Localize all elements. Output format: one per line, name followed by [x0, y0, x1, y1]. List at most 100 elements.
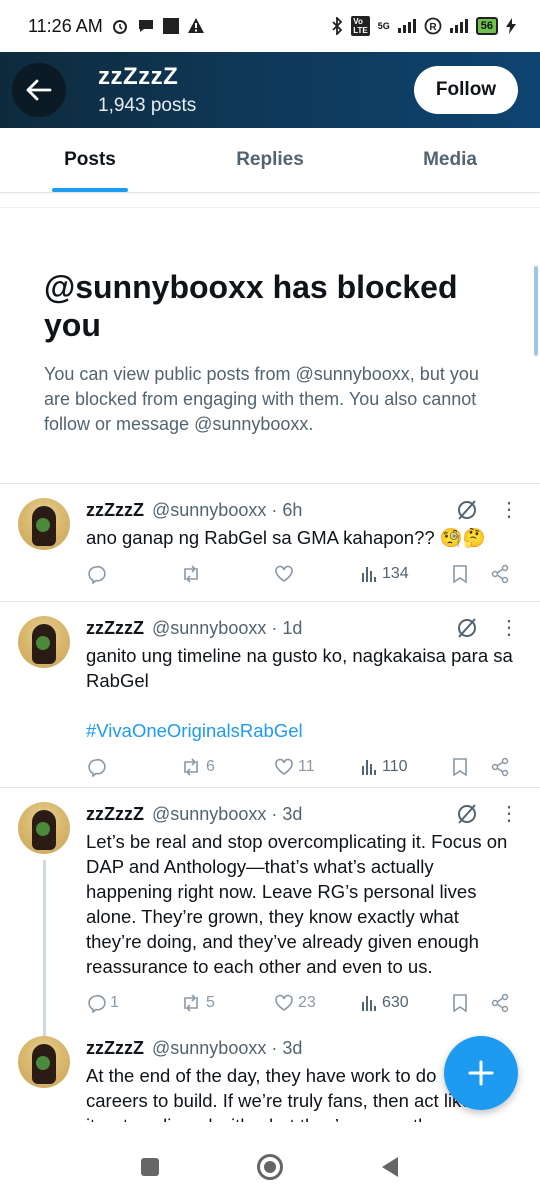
- compose-button[interactable]: [444, 1036, 518, 1110]
- post-count: 1,943 posts: [98, 95, 197, 116]
- repost-icon: [184, 994, 198, 1012]
- repost-icon: [184, 565, 198, 583]
- hashtag-link[interactable]: #VivaOneOriginalsRabGel: [86, 718, 514, 743]
- tweet-actions: 6 11 110: [86, 743, 524, 791]
- tweet-author-name[interactable]: zzZzzZ: [86, 500, 144, 521]
- tweet-handle: @sunnybooxx · 6h: [152, 499, 303, 520]
- tweet-handle: @sunnybooxx · 1d: [152, 617, 303, 638]
- tweet-text: ganito ung timeline na gusto ko, nagkaka…: [86, 643, 524, 743]
- tab-label: Posts: [64, 149, 116, 170]
- back-nav-icon[interactable]: [380, 1156, 400, 1178]
- like-count: 23: [298, 994, 316, 1011]
- repost-icon: [184, 758, 198, 776]
- signal-icon: [397, 19, 416, 33]
- alarm-icon: [112, 20, 127, 34]
- back-button[interactable]: [12, 63, 66, 117]
- bookmark-button[interactable]: [452, 564, 490, 584]
- grok-icon[interactable]: [454, 615, 480, 641]
- tweet[interactable]: zzZzzZ @sunnybooxx · 3d ⋮ Let’s be real …: [0, 788, 540, 1050]
- tab-posts[interactable]: Posts: [0, 128, 180, 192]
- repost-count: 6: [206, 758, 215, 775]
- reply-icon: [88, 758, 106, 777]
- profile-header: zzZzzZ 1,943 posts Follow: [0, 52, 540, 128]
- share-button[interactable]: [490, 993, 510, 1013]
- signal-icon-2: [449, 19, 468, 33]
- status-bar: 11:26 AM Vo LTE 5G R 56: [0, 0, 540, 52]
- bluetooth-icon: [332, 17, 343, 35]
- views-button[interactable]: 110: [360, 758, 452, 776]
- like-button[interactable]: 23: [274, 993, 360, 1013]
- heart-icon: [275, 758, 293, 775]
- arrow-left-icon: [26, 79, 52, 101]
- heart-icon: [275, 565, 293, 582]
- warning-icon: [187, 18, 204, 33]
- repost-button[interactable]: 6: [180, 757, 274, 777]
- tweet-handle: @sunnybooxx · 3d: [152, 1037, 303, 1058]
- volte-icon: Vo LTE: [351, 16, 370, 36]
- more-vertical-icon[interactable]: ⋮: [494, 618, 524, 638]
- tweet-text: ano ganap ng RabGel sa GMA kahapon?? 🧐🤔: [86, 527, 486, 548]
- share-icon: [491, 993, 509, 1013]
- follow-button[interactable]: Follow: [414, 66, 518, 114]
- home-icon[interactable]: [256, 1153, 284, 1181]
- views-icon: [362, 996, 376, 1011]
- more-vertical-icon[interactable]: ⋮: [494, 804, 524, 824]
- bookmark-button[interactable]: [452, 993, 490, 1013]
- status-time: 11:26 AM: [28, 15, 103, 36]
- charging-icon: [506, 18, 516, 34]
- repost-count: 5: [206, 994, 215, 1011]
- tweet-author-name[interactable]: zzZzzZ: [86, 804, 144, 825]
- plus-icon: [468, 1060, 494, 1086]
- tweet[interactable]: zzZzzZ @sunnybooxx · 6h ⋮ ano ganap ng R…: [0, 484, 540, 602]
- tweet-author-name[interactable]: zzZzzZ: [86, 618, 144, 639]
- bookmark-icon: [453, 994, 467, 1013]
- tweet-author-name[interactable]: zzZzzZ: [86, 1038, 144, 1059]
- like-count: 11: [298, 758, 315, 775]
- chat-icon: [138, 20, 153, 32]
- svg-text:R: R: [429, 22, 437, 33]
- grok-icon[interactable]: [454, 801, 480, 827]
- like-button[interactable]: [274, 564, 360, 584]
- reply-count: 1: [110, 994, 119, 1011]
- share-button[interactable]: [490, 757, 510, 777]
- reply-button[interactable]: 1: [86, 993, 180, 1013]
- tweet[interactable]: zzZzzZ @sunnybooxx · 1d ⋮ ganito ung tim…: [0, 602, 540, 788]
- heart-icon: [275, 994, 293, 1011]
- views-button[interactable]: 134: [360, 565, 452, 583]
- views-button[interactable]: 630: [360, 994, 452, 1012]
- blocked-notice: @sunnybooxx has blocked you You can view…: [0, 207, 540, 484]
- tweet-body: ganito ung timeline na gusto ko, nagkaka…: [86, 645, 513, 691]
- battery-icon: 56: [475, 17, 498, 35]
- view-count: 134: [382, 565, 409, 582]
- avatar[interactable]: [18, 1036, 70, 1088]
- tweet-handle: @sunnybooxx · 3d: [152, 803, 303, 824]
- app-notification-icon: [162, 18, 179, 34]
- bookmark-button[interactable]: [452, 757, 490, 777]
- reply-button[interactable]: [86, 757, 180, 777]
- share-button[interactable]: [490, 564, 510, 584]
- recents-icon[interactable]: [140, 1157, 160, 1177]
- grok-icon[interactable]: [454, 497, 480, 523]
- bookmark-icon: [453, 565, 467, 584]
- registered-icon: R: [424, 17, 442, 35]
- tab-replies[interactable]: Replies: [180, 128, 360, 192]
- like-button[interactable]: 11: [274, 757, 360, 777]
- avatar[interactable]: [18, 802, 70, 854]
- more-vertical-icon[interactable]: ⋮: [494, 500, 524, 520]
- view-count: 110: [382, 758, 408, 775]
- scrollbar[interactable]: [534, 266, 538, 356]
- share-icon: [491, 564, 509, 584]
- views-icon: [362, 567, 376, 582]
- avatar[interactable]: [18, 498, 70, 550]
- reply-button[interactable]: [86, 564, 180, 584]
- tab-media[interactable]: Media: [360, 128, 540, 192]
- blocked-title: @sunnybooxx has blocked you: [44, 269, 458, 343]
- avatar[interactable]: [18, 616, 70, 668]
- blocked-description: You can view public posts from @sunnyboo…: [44, 364, 479, 434]
- tweet-text: Let’s be real and stop overcomplicating …: [86, 831, 508, 977]
- system-nav-bar: [0, 1135, 540, 1199]
- repost-button[interactable]: 5: [180, 993, 274, 1013]
- repost-button[interactable]: [180, 564, 274, 584]
- profile-name: zzZzzZ: [98, 63, 179, 90]
- tab-indicator: [52, 188, 128, 192]
